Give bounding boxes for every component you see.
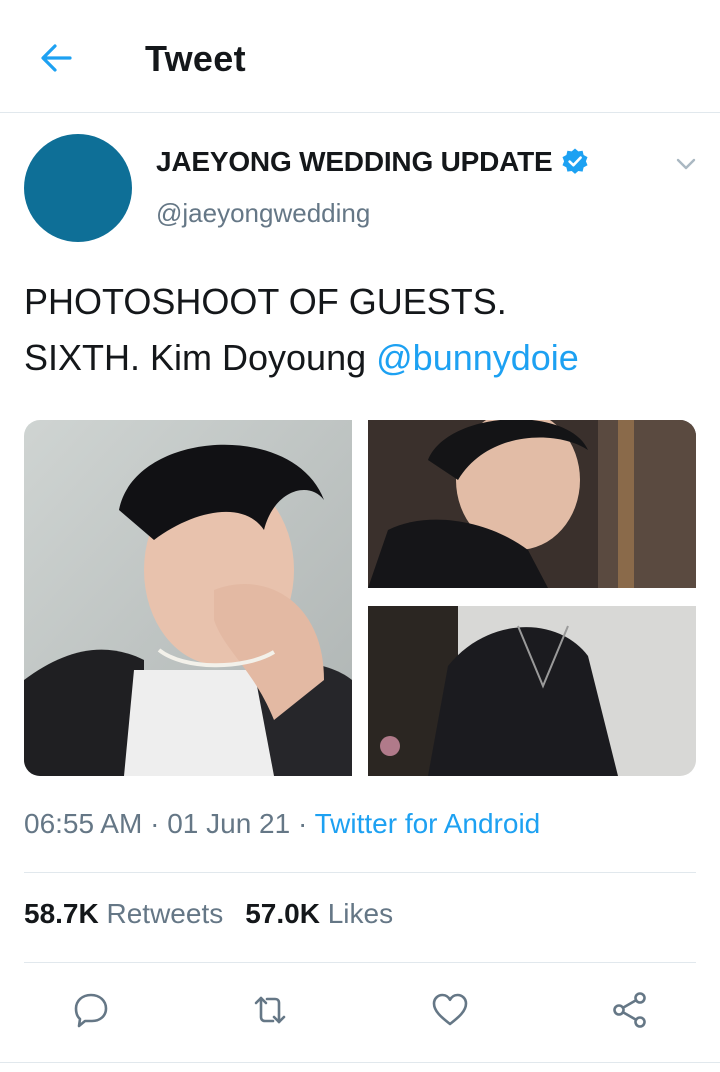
tweet-image-1[interactable]	[24, 420, 352, 776]
tweet-image-2[interactable]	[368, 420, 696, 588]
likes-count: 57.0K	[245, 898, 320, 929]
tweet-text-body: SIXTH. Kim Doyoung	[24, 337, 377, 378]
like-button[interactable]	[430, 990, 470, 1030]
reply-button[interactable]	[71, 990, 111, 1030]
likes-label: Likes	[327, 898, 394, 929]
tweet-text-line-1: PHOTOSHOOT OF GUESTS.	[24, 281, 507, 322]
tweet-source-link[interactable]: Twitter for Android	[315, 808, 541, 839]
reply-icon	[74, 993, 108, 1028]
tweet-text: PHOTOSHOOT OF GUESTS. SIXTH. Kim Doyoung…	[24, 274, 704, 386]
back-button[interactable]	[36, 38, 76, 78]
photo-suit-image	[368, 606, 696, 776]
verified-badge-icon	[562, 148, 588, 174]
photo-closeup-image	[368, 420, 696, 588]
tweet-image-3[interactable]	[368, 606, 696, 776]
share-button[interactable]	[610, 990, 650, 1030]
retweets-count: 58.7K	[24, 898, 99, 929]
tweet-date: 01 Jun 21	[167, 808, 291, 839]
tweet-time: 06:55 AM	[24, 808, 143, 839]
user-handle[interactable]: @jaeyongwedding	[156, 198, 370, 229]
likes-stat[interactable]: 57.0K Likes	[245, 898, 393, 929]
share-icon	[613, 992, 646, 1028]
photo-portrait-image	[24, 420, 352, 776]
display-name[interactable]: JAEYONG WEDDING UPDATE	[156, 146, 553, 178]
retweet-button[interactable]	[250, 990, 290, 1030]
top-bar: Tweet	[0, 0, 720, 113]
chevron-down-icon	[676, 158, 696, 170]
divider	[24, 962, 696, 963]
divider	[0, 1062, 720, 1063]
retweets-label: Retweets	[106, 898, 224, 929]
mention-link[interactable]: @bunnydoie	[376, 337, 579, 378]
retweets-stat[interactable]: 58.7K Retweets	[24, 898, 223, 929]
retweet-icon	[254, 996, 286, 1024]
tweet-stats: 58.7K Retweets 57.0K Likes	[24, 898, 393, 930]
arrow-left-icon	[41, 44, 72, 72]
avatar[interactable]	[24, 134, 132, 242]
divider	[24, 872, 696, 873]
media-grid	[24, 420, 696, 776]
tweet-text-line-2: SIXTH. Kim Doyoung @bunnydoie	[24, 330, 704, 386]
more-options-button[interactable]	[672, 150, 700, 178]
like-icon	[432, 993, 468, 1026]
page-title: Tweet	[145, 38, 246, 79]
author-name-row[interactable]: JAEYONG WEDDING UPDATE	[156, 146, 590, 178]
tweet-meta: 06:55 AM · 01 Jun 21 · Twitter for Andro…	[24, 808, 541, 839]
